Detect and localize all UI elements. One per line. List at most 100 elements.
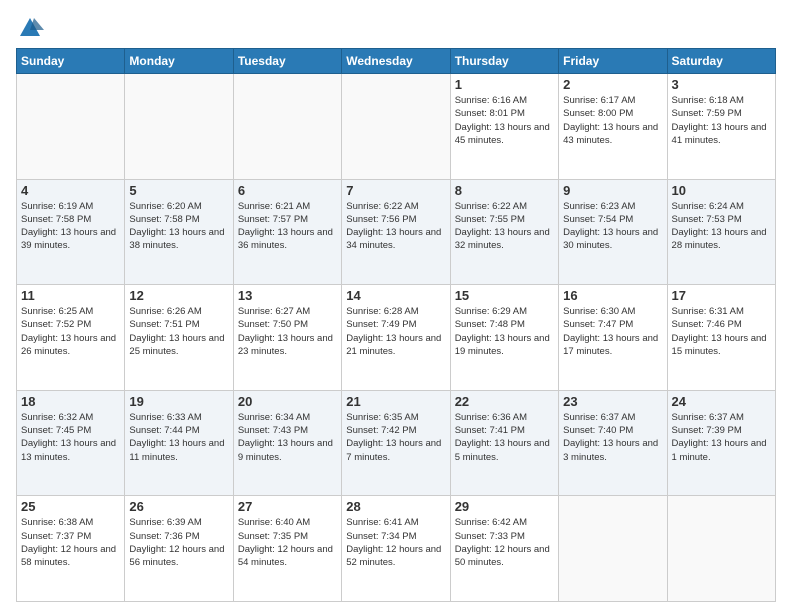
- calendar-cell: 5 Sunrise: 6:20 AM Sunset: 7:58 PM Daylig…: [125, 179, 233, 285]
- calendar-header: SundayMondayTuesdayWednesdayThursdayFrid…: [17, 49, 776, 74]
- day-number: 10: [672, 183, 771, 198]
- calendar-cell: 25 Sunrise: 6:38 AM Sunset: 7:37 PM Dayli…: [17, 496, 125, 602]
- day-number: 1: [455, 77, 554, 92]
- calendar-cell: 22Sunrise: 6:36 AM Sunset: 7:41 PM Dayli…: [450, 390, 558, 496]
- calendar-body: 1 Sunrise: 6:16 AM Sunset: 8:01 PM Daylig…: [17, 74, 776, 602]
- day-number: 26: [129, 499, 228, 514]
- calendar-cell: 6 Sunrise: 6:21 AM Sunset: 7:57 PM Daylig…: [233, 179, 341, 285]
- day-header-sunday: Sunday: [17, 49, 125, 74]
- day-info: Sunrise: 6:40 AM Sunset: 7:35 PM Dayligh…: [238, 516, 337, 569]
- calendar-cell: 10 Sunrise: 6:24 AM Sunset: 7:53 PM Dayli…: [667, 179, 775, 285]
- day-info: Sunrise: 6:37 AM Sunset: 7:39 PM Dayligh…: [672, 411, 771, 464]
- day-number: 7: [346, 183, 445, 198]
- calendar-cell: 20 Sunrise: 6:34 AM Sunset: 7:43 PM Dayli…: [233, 390, 341, 496]
- calendar-cell: 24 Sunrise: 6:37 AM Sunset: 7:39 PM Dayli…: [667, 390, 775, 496]
- calendar-cell: 28 Sunrise: 6:41 AM Sunset: 7:34 PM Dayli…: [342, 496, 450, 602]
- calendar-cell: 17 Sunrise: 6:31 AM Sunset: 7:46 PM Dayli…: [667, 285, 775, 391]
- week-row-1: 1 Sunrise: 6:16 AM Sunset: 8:01 PM Daylig…: [17, 74, 776, 180]
- day-info: Sunrise: 6:38 AM Sunset: 7:37 PM Dayligh…: [21, 516, 120, 569]
- day-header-saturday: Saturday: [667, 49, 775, 74]
- day-number: 4: [21, 183, 120, 198]
- day-header-friday: Friday: [559, 49, 667, 74]
- calendar-cell: 7 Sunrise: 6:22 AM Sunset: 7:56 PM Daylig…: [342, 179, 450, 285]
- calendar-cell: 12Sunrise: 6:26 AM Sunset: 7:51 PM Dayli…: [125, 285, 233, 391]
- day-number: 25: [21, 499, 120, 514]
- day-number: 5: [129, 183, 228, 198]
- day-number: 23: [563, 394, 662, 409]
- day-header-thursday: Thursday: [450, 49, 558, 74]
- week-row-2: 4Sunrise: 6:19 AM Sunset: 7:58 PM Daylig…: [17, 179, 776, 285]
- day-info: Sunrise: 6:20 AM Sunset: 7:58 PM Dayligh…: [129, 200, 228, 253]
- day-info: Sunrise: 6:31 AM Sunset: 7:46 PM Dayligh…: [672, 305, 771, 358]
- page: SundayMondayTuesdayWednesdayThursdayFrid…: [0, 0, 792, 612]
- day-info: Sunrise: 6:27 AM Sunset: 7:50 PM Dayligh…: [238, 305, 337, 358]
- calendar-cell: 4Sunrise: 6:19 AM Sunset: 7:58 PM Daylig…: [17, 179, 125, 285]
- day-number: 20: [238, 394, 337, 409]
- calendar-cell: [125, 74, 233, 180]
- calendar-cell: 14Sunrise: 6:28 AM Sunset: 7:49 PM Dayli…: [342, 285, 450, 391]
- day-header-wednesday: Wednesday: [342, 49, 450, 74]
- day-info: Sunrise: 6:22 AM Sunset: 7:55 PM Dayligh…: [455, 200, 554, 253]
- day-info: Sunrise: 6:18 AM Sunset: 7:59 PM Dayligh…: [672, 94, 771, 147]
- day-info: Sunrise: 6:41 AM Sunset: 7:34 PM Dayligh…: [346, 516, 445, 569]
- calendar-cell: 3 Sunrise: 6:18 AM Sunset: 7:59 PM Daylig…: [667, 74, 775, 180]
- day-info: Sunrise: 6:26 AM Sunset: 7:51 PM Dayligh…: [129, 305, 228, 358]
- day-number: 21: [346, 394, 445, 409]
- day-info: Sunrise: 6:35 AM Sunset: 7:42 PM Dayligh…: [346, 411, 445, 464]
- calendar-cell: 27 Sunrise: 6:40 AM Sunset: 7:35 PM Dayli…: [233, 496, 341, 602]
- calendar-cell: [342, 74, 450, 180]
- calendar-cell: 16 Sunrise: 6:30 AM Sunset: 7:47 PM Dayli…: [559, 285, 667, 391]
- header: [16, 10, 776, 42]
- day-number: 19: [129, 394, 228, 409]
- calendar-cell: [17, 74, 125, 180]
- calendar-cell: 26 Sunrise: 6:39 AM Sunset: 7:36 PM Dayli…: [125, 496, 233, 602]
- week-row-3: 11 Sunrise: 6:25 AM Sunset: 7:52 PM Dayli…: [17, 285, 776, 391]
- day-info: Sunrise: 6:25 AM Sunset: 7:52 PM Dayligh…: [21, 305, 120, 358]
- day-info: Sunrise: 6:33 AM Sunset: 7:44 PM Dayligh…: [129, 411, 228, 464]
- day-number: 15: [455, 288, 554, 303]
- day-info: Sunrise: 6:22 AM Sunset: 7:56 PM Dayligh…: [346, 200, 445, 253]
- day-info: Sunrise: 6:39 AM Sunset: 7:36 PM Dayligh…: [129, 516, 228, 569]
- day-number: 28: [346, 499, 445, 514]
- day-number: 11: [21, 288, 120, 303]
- day-info: Sunrise: 6:37 AM Sunset: 7:40 PM Dayligh…: [563, 411, 662, 464]
- day-number: 14: [346, 288, 445, 303]
- calendar-cell: [667, 496, 775, 602]
- day-info: Sunrise: 6:42 AM Sunset: 7:33 PM Dayligh…: [455, 516, 554, 569]
- calendar: SundayMondayTuesdayWednesdayThursdayFrid…: [16, 48, 776, 602]
- day-number: 8: [455, 183, 554, 198]
- calendar-cell: 29Sunrise: 6:42 AM Sunset: 7:33 PM Dayli…: [450, 496, 558, 602]
- day-header-tuesday: Tuesday: [233, 49, 341, 74]
- day-info: Sunrise: 6:24 AM Sunset: 7:53 PM Dayligh…: [672, 200, 771, 253]
- day-number: 16: [563, 288, 662, 303]
- day-info: Sunrise: 6:32 AM Sunset: 7:45 PM Dayligh…: [21, 411, 120, 464]
- day-number: 2: [563, 77, 662, 92]
- header-row: SundayMondayTuesdayWednesdayThursdayFrid…: [17, 49, 776, 74]
- day-info: Sunrise: 6:16 AM Sunset: 8:01 PM Dayligh…: [455, 94, 554, 147]
- day-info: Sunrise: 6:30 AM Sunset: 7:47 PM Dayligh…: [563, 305, 662, 358]
- day-info: Sunrise: 6:34 AM Sunset: 7:43 PM Dayligh…: [238, 411, 337, 464]
- day-number: 18: [21, 394, 120, 409]
- calendar-cell: 9Sunrise: 6:23 AM Sunset: 7:54 PM Daylig…: [559, 179, 667, 285]
- calendar-cell: 13 Sunrise: 6:27 AM Sunset: 7:50 PM Dayli…: [233, 285, 341, 391]
- calendar-cell: 1 Sunrise: 6:16 AM Sunset: 8:01 PM Daylig…: [450, 74, 558, 180]
- day-info: Sunrise: 6:21 AM Sunset: 7:57 PM Dayligh…: [238, 200, 337, 253]
- calendar-cell: [559, 496, 667, 602]
- calendar-cell: [233, 74, 341, 180]
- day-number: 24: [672, 394, 771, 409]
- day-number: 13: [238, 288, 337, 303]
- day-info: Sunrise: 6:29 AM Sunset: 7:48 PM Dayligh…: [455, 305, 554, 358]
- day-info: Sunrise: 6:17 AM Sunset: 8:00 PM Dayligh…: [563, 94, 662, 147]
- calendar-cell: 23 Sunrise: 6:37 AM Sunset: 7:40 PM Dayli…: [559, 390, 667, 496]
- day-number: 6: [238, 183, 337, 198]
- day-number: 3: [672, 77, 771, 92]
- calendar-cell: 19 Sunrise: 6:33 AM Sunset: 7:44 PM Dayli…: [125, 390, 233, 496]
- week-row-5: 25 Sunrise: 6:38 AM Sunset: 7:37 PM Dayli…: [17, 496, 776, 602]
- week-row-4: 18 Sunrise: 6:32 AM Sunset: 7:45 PM Dayli…: [17, 390, 776, 496]
- calendar-cell: 15 Sunrise: 6:29 AM Sunset: 7:48 PM Dayli…: [450, 285, 558, 391]
- day-number: 17: [672, 288, 771, 303]
- day-number: 27: [238, 499, 337, 514]
- calendar-cell: 11 Sunrise: 6:25 AM Sunset: 7:52 PM Dayli…: [17, 285, 125, 391]
- calendar-cell: 18 Sunrise: 6:32 AM Sunset: 7:45 PM Dayli…: [17, 390, 125, 496]
- day-number: 9: [563, 183, 662, 198]
